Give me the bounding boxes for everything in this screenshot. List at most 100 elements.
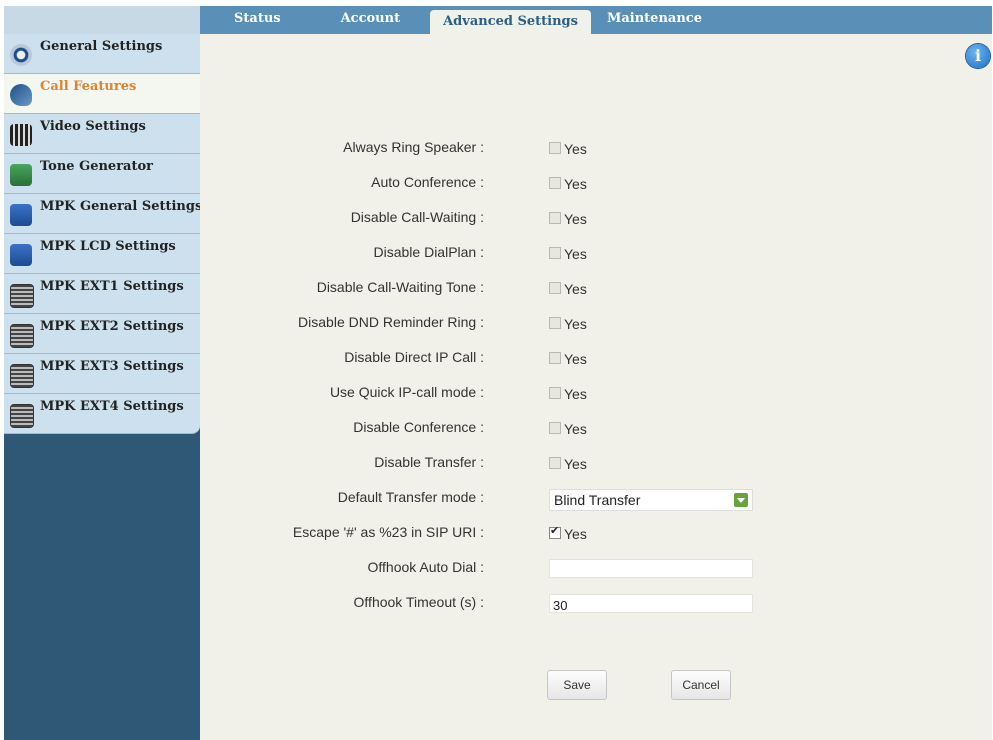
sidebar-item-general-settings[interactable]: General Settings [4, 34, 200, 74]
checkbox-label: Yes [564, 141, 587, 157]
app-frame: Status Account Advanced Settings Mainten… [4, 6, 992, 740]
checkbox-label: Yes [564, 281, 587, 297]
form-row-disable-call-waiting: Disable Call-Waiting : Yes [200, 209, 992, 239]
checkbox-label: Yes [564, 351, 587, 367]
checkbox-yes[interactable]: Yes [549, 246, 587, 262]
sidebar-item-mpk-ext1-settings[interactable]: MPK EXT1 Settings [4, 274, 200, 314]
cancel-button[interactable]: Cancel [671, 670, 731, 700]
form-row-disable-dnd-reminder-ring: Disable DND Reminder Ring : Yes [200, 314, 992, 344]
field-label: Disable Direct IP Call : [344, 349, 484, 365]
transfer-mode-select[interactable]: Blind Transfer [549, 489, 753, 511]
sidebar-item-mpk-lcd-settings[interactable]: MPK LCD Settings [4, 234, 200, 274]
checkbox-yes[interactable]: Yes [549, 351, 587, 367]
extension-module-icon [10, 404, 34, 428]
logo-area [4, 6, 200, 34]
input-value: 30 [553, 598, 568, 613]
form-row-always-ring-speaker: Always Ring Speaker : Yes [200, 139, 992, 169]
tab-status[interactable]: Status [200, 6, 309, 34]
sidebar: General Settings Call Features Video Set… [4, 34, 203, 740]
form-row-offhook-timeout: Offhook Timeout (s) : 30 [200, 594, 992, 624]
form-row-use-quick-ip-call-mode: Use Quick IP-call mode : Yes [200, 384, 992, 414]
field-label: Disable Call-Waiting : [350, 209, 484, 225]
sidebar-item-mpk-ext2-settings[interactable]: MPK EXT2 Settings [4, 314, 200, 354]
checkbox-box[interactable] [549, 457, 561, 470]
sidebar-item-label: Call Features [40, 79, 137, 94]
mpk-icon [10, 244, 32, 266]
offhook-auto-dial-input[interactable] [549, 559, 753, 578]
checkbox-box[interactable] [549, 177, 561, 190]
tab-maintenance[interactable]: Maintenance [591, 6, 730, 34]
extension-module-icon [10, 284, 34, 308]
sidebar-item-label: Video Settings [40, 119, 146, 134]
form-row-offhook-auto-dial: Offhook Auto Dial : [200, 559, 992, 589]
sidebar-item-video-settings[interactable]: Video Settings [4, 114, 200, 154]
sidebar-item-mpk-ext4-settings[interactable]: MPK EXT4 Settings [4, 394, 200, 434]
form-row-disable-call-waiting-tone: Disable Call-Waiting Tone : Yes [200, 279, 992, 309]
sidebar-item-tone-generator[interactable]: Tone Generator [4, 154, 200, 194]
extension-module-icon [10, 364, 34, 388]
form-row-disable-direct-ip-call: Disable Direct IP Call : Yes [200, 349, 992, 379]
checkbox-yes[interactable]: Yes [549, 316, 587, 332]
sidebar-item-label: MPK EXT1 Settings [40, 279, 184, 294]
save-button[interactable]: Save [547, 670, 607, 700]
field-label: Disable Transfer : [374, 454, 484, 470]
checkbox-box[interactable] [549, 422, 561, 435]
sidebar-item-label: General Settings [40, 39, 163, 54]
field-label: Use Quick IP-call mode : [329, 384, 484, 400]
field-label: Offhook Timeout (s) : [353, 594, 484, 610]
checkbox-box[interactable] [549, 142, 561, 155]
form-row-escape-hash: Escape '#' as %23 in SIP URI : Yes [200, 524, 992, 554]
sidebar-item-label: MPK LCD Settings [40, 239, 176, 254]
sidebar-item-label: Tone Generator [40, 159, 153, 174]
info-icon[interactable]: i [966, 44, 990, 68]
top-nav-bar: Status Account Advanced Settings Mainten… [4, 6, 992, 34]
sidebar-item-mpk-general-settings[interactable]: MPK General Settings [4, 194, 203, 234]
tab-advanced-settings[interactable]: Advanced Settings [430, 10, 591, 34]
form-row-disable-transfer: Disable Transfer : Yes [200, 454, 992, 484]
form-row-disable-dialplan: Disable DialPlan : Yes [200, 244, 992, 274]
tab-account[interactable]: Account [309, 6, 431, 34]
form-actions: Save Cancel [200, 670, 992, 700]
field-label: Disable Conference : [353, 419, 484, 435]
sidebar-item-label: MPK General Settings [40, 199, 203, 214]
checkbox-yes[interactable]: Yes [549, 176, 587, 192]
checkbox-yes[interactable]: Yes [549, 456, 587, 472]
checkbox-box[interactable] [549, 387, 561, 400]
checkbox-box[interactable] [549, 282, 561, 295]
field-label: Default Transfer mode : [337, 489, 484, 505]
checkbox-box[interactable] [549, 352, 561, 365]
sidebar-item-call-features[interactable]: Call Features [4, 74, 200, 114]
checkbox-box[interactable] [549, 317, 561, 330]
offhook-timeout-input[interactable]: 30 [549, 594, 753, 613]
extension-module-icon [10, 324, 34, 348]
field-label: Offhook Auto Dial : [367, 559, 484, 575]
checkbox-yes[interactable]: Yes [549, 211, 587, 227]
chevron-down-icon[interactable] [734, 493, 748, 507]
checkbox-box[interactable] [549, 524, 561, 540]
checkbox-box[interactable] [549, 212, 561, 225]
field-label: Disable Call-Waiting Tone : [316, 279, 484, 295]
video-settings-icon [10, 124, 32, 146]
field-label: Auto Conference : [371, 174, 484, 190]
checkbox-label: Yes [564, 386, 587, 402]
checkbox-label: Yes [564, 246, 587, 262]
checkbox-label: Yes [564, 176, 587, 192]
main-tabs: Status Account Advanced Settings Mainten… [200, 6, 730, 34]
tone-generator-icon [10, 164, 32, 186]
checkbox-yes[interactable]: Yes [549, 524, 587, 542]
checkbox-yes[interactable]: Yes [549, 421, 587, 437]
general-settings-icon [10, 44, 32, 66]
sidebar-item-label: MPK EXT2 Settings [40, 319, 184, 334]
checkbox-box[interactable] [549, 247, 561, 260]
field-label: Disable DialPlan : [373, 244, 485, 260]
checkbox-yes[interactable]: Yes [549, 281, 587, 297]
field-label: Disable DND Reminder Ring : [298, 314, 484, 330]
checkbox-label: Yes [564, 456, 587, 472]
form-row-auto-conference: Auto Conference : Yes [200, 174, 992, 204]
call-features-icon [10, 84, 32, 106]
main-content: i Always Ring Speaker : Yes Auto Confere… [200, 34, 992, 740]
sidebar-item-mpk-ext3-settings[interactable]: MPK EXT3 Settings [4, 354, 200, 394]
checkbox-yes[interactable]: Yes [549, 141, 587, 157]
sidebar-item-label: MPK EXT3 Settings [40, 359, 184, 374]
checkbox-yes[interactable]: Yes [549, 386, 587, 402]
